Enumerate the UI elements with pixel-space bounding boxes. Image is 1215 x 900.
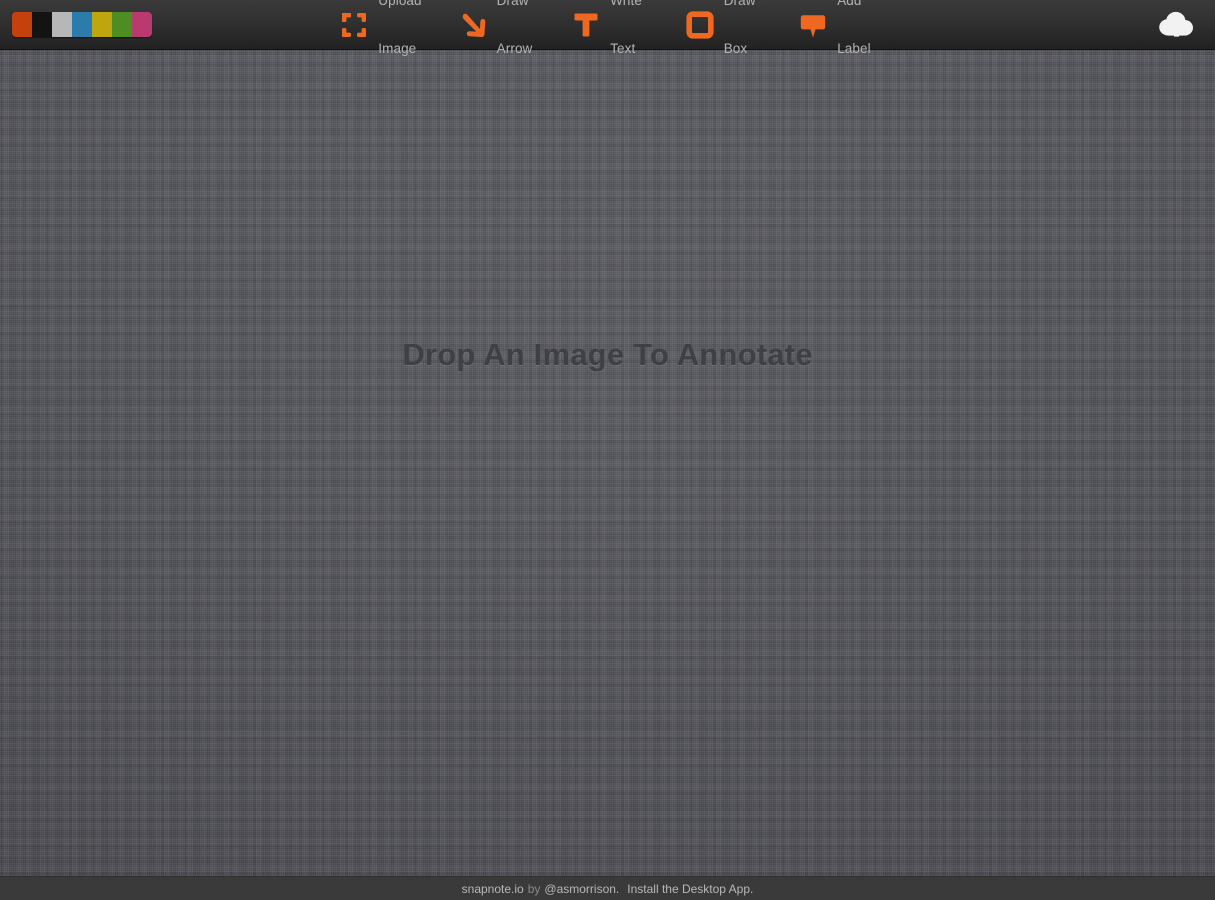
tool-label-line2: Image bbox=[378, 41, 417, 56]
cloud-upload-button[interactable] bbox=[1155, 9, 1201, 41]
drop-image-message: Drop An Image To Annotate bbox=[402, 337, 813, 372]
tool-draw-box[interactable]: Draw Box bbox=[679, 0, 769, 92]
draw-box-icon bbox=[686, 11, 714, 39]
footer-install-link[interactable]: Install the Desktop App. bbox=[627, 882, 753, 896]
tool-add-label[interactable]: Add Label bbox=[792, 0, 882, 92]
tool-upload-image[interactable]: Upload Image bbox=[333, 0, 427, 92]
tool-label-line1: Draw bbox=[723, 0, 756, 8]
tool-group: Upload Image Draw Arrow Write Text Draw … bbox=[0, 0, 1215, 56]
tool-label-line2: Box bbox=[723, 41, 748, 56]
upload-image-icon bbox=[342, 13, 367, 37]
annotation-canvas-dropzone[interactable]: Drop An Image To Annotate bbox=[0, 50, 1215, 876]
footer-bar: snapnote.io by @asmorrison. Install the … bbox=[0, 876, 1215, 900]
tool-label-line2: Label bbox=[837, 41, 871, 56]
tool-draw-arrow[interactable]: Draw Arrow bbox=[452, 0, 542, 92]
tool-label-line1: Add bbox=[837, 0, 862, 8]
toolbar: Upload Image Draw Arrow Write Text Draw … bbox=[0, 0, 1215, 56]
write-text-icon bbox=[574, 13, 598, 37]
footer-author-link[interactable]: @asmorrison. bbox=[544, 882, 619, 896]
footer-by-text: by bbox=[527, 881, 541, 896]
cloud-upload-icon bbox=[1159, 11, 1193, 37]
tool-label-draw-arrow: Draw Arrow bbox=[497, 0, 536, 89]
tool-label-line2: Arrow bbox=[496, 41, 533, 56]
tool-label-upload-image: Upload Image bbox=[378, 0, 421, 89]
tool-label-draw-box: Draw Box bbox=[724, 0, 763, 89]
app-window: Upload Image Draw Arrow Write Text Draw … bbox=[0, 0, 1215, 900]
tool-label-line1: Upload bbox=[378, 0, 422, 8]
tool-label-line1: Write bbox=[610, 0, 642, 8]
tool-label-add-label: Add Label bbox=[837, 0, 876, 89]
add-label-icon bbox=[801, 15, 826, 38]
tool-label-line2: Text bbox=[610, 41, 636, 56]
draw-arrow-icon bbox=[462, 13, 485, 38]
tool-write-text[interactable]: Write Text bbox=[565, 0, 655, 92]
tool-label-line1: Draw bbox=[496, 0, 529, 8]
tool-label-write-text: Write Text bbox=[610, 0, 649, 89]
footer-site-link[interactable]: snapnote.io bbox=[462, 882, 524, 896]
